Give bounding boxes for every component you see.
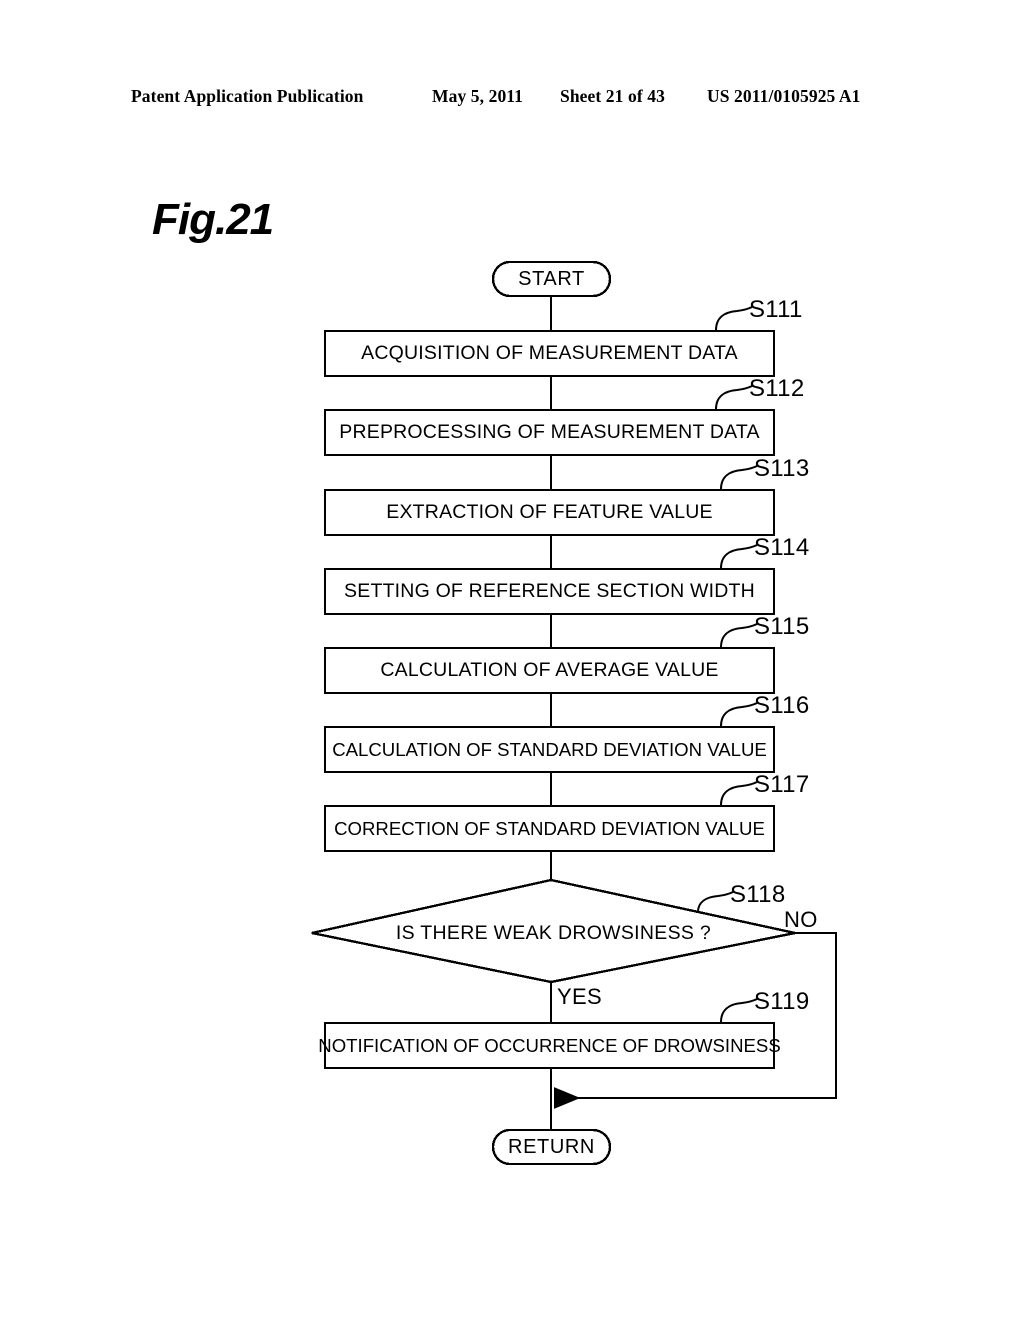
process-label-s114: SETTING OF REFERENCE SECTION WIDTH [344,580,755,602]
branch-label-no: NO [784,907,818,932]
step-reference-s112: S112 [749,375,805,402]
leader-line-s118 [697,891,734,913]
leader-line-s115 [720,623,758,648]
process-label-s117: CORRECTION OF STANDARD DEVIATION VALUE [334,817,765,839]
step-reference-s118: S118 [730,881,786,908]
step-reference-s116: S116 [754,692,810,719]
leader-line-s119 [720,998,758,1023]
leader-line-s112 [715,385,753,410]
leader-line-s111 [715,306,753,331]
step-reference-s111: S111 [749,296,803,323]
step-reference-s113: S113 [754,455,810,482]
decision-label-s118: IS THERE WEAK DROWSINESS ? [395,921,712,944]
process-label-s119: NOTIFICATION OF OCCURRENCE OF DROWSINESS [318,1034,781,1056]
step-reference-s119: S119 [754,988,810,1015]
process-label-s116: CALCULATION OF STANDARD DEVIATION VALUE [332,738,767,760]
process-label-s113: EXTRACTION OF FEATURE VALUE [386,501,713,523]
step-reference-s117: S117 [754,771,810,798]
step-reference-s115: S115 [754,613,810,640]
flowchart-diagram: START RETURN ACQUISITION OF MEASUREMENT … [0,0,1024,1320]
step-reference-s114: S114 [754,534,810,561]
leader-line-s114 [720,544,758,569]
leader-line-s113 [720,465,758,490]
leader-line-s116 [720,702,758,727]
return-terminal-label: RETURN [508,1135,595,1158]
leader-line-s117 [720,781,758,806]
process-label-s112: PREPROCESSING OF MEASUREMENT DATA [339,421,760,443]
process-label-s115: CALCULATION OF AVERAGE VALUE [380,659,719,681]
start-terminal-label: START [518,267,585,290]
branch-label-yes: YES [557,984,602,1009]
process-label-s111: ACQUISITION OF MEASUREMENT DATA [361,342,738,364]
